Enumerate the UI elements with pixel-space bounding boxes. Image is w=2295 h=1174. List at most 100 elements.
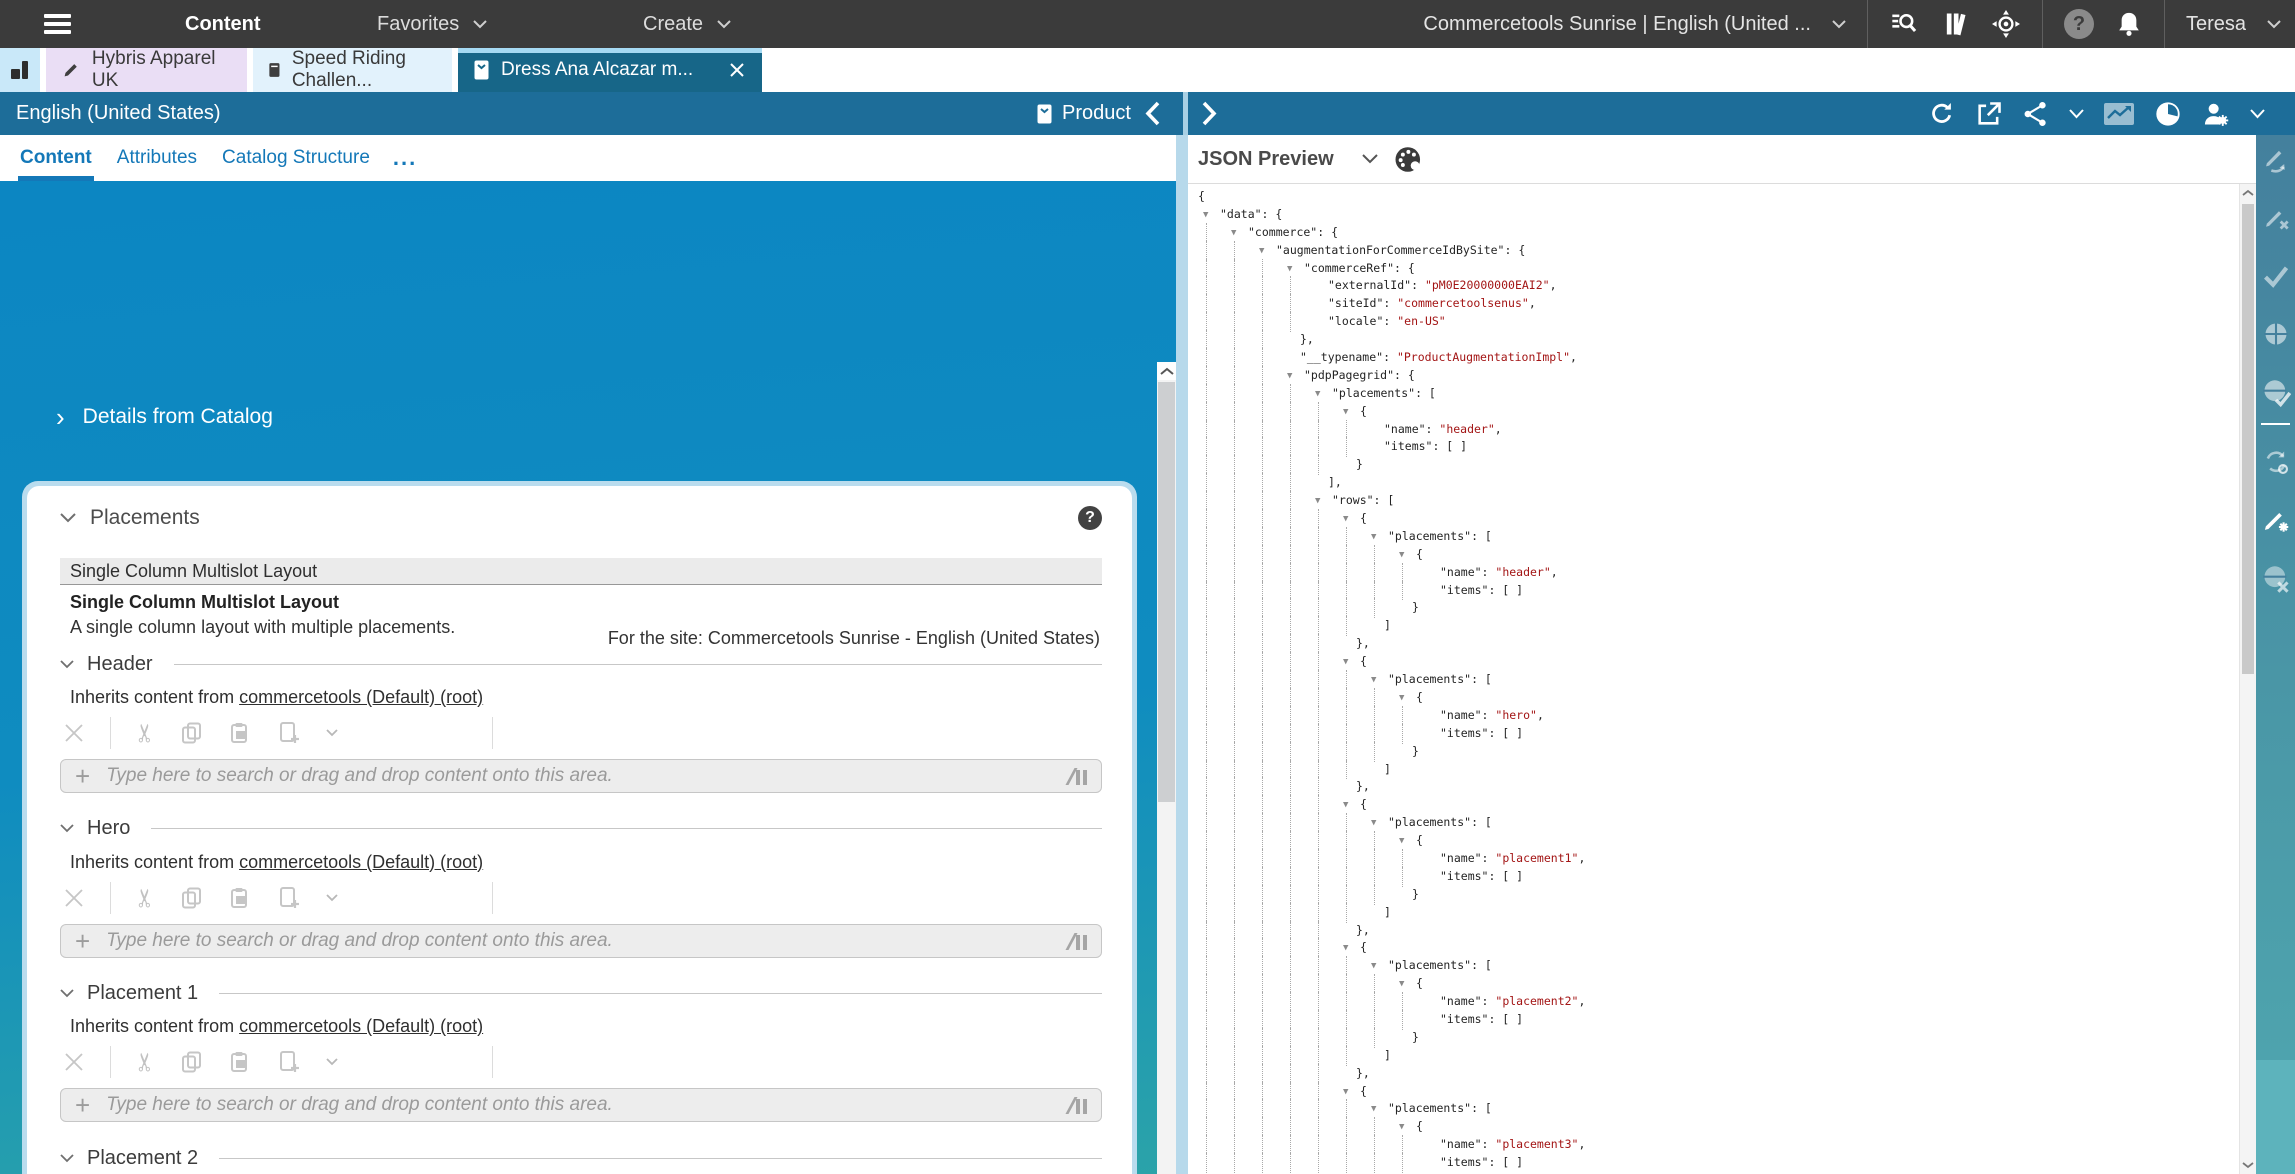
cut-icon[interactable]: ✂ <box>135 887 155 908</box>
remove-icon[interactable] <box>62 1050 86 1074</box>
collapse-triangle-icon[interactable]: ▼ <box>1371 532 1388 542</box>
collapse-triangle-icon[interactable]: ▼ <box>1343 407 1360 417</box>
paste-icon[interactable] <box>228 1050 252 1074</box>
content-drop-area[interactable]: + Type here to search or drag and drop c… <box>60 1088 1102 1122</box>
palette-icon[interactable] <box>1394 146 1424 173</box>
scroll-up-arrow[interactable] <box>1157 362 1176 380</box>
discard-edit-icon[interactable] <box>2262 204 2290 232</box>
json-scrollbar[interactable] <box>2239 184 2256 1174</box>
tab-dress-ana-alcazar-active[interactable]: Dress Ana Alcazar m... <box>458 48 762 92</box>
collapse-triangle-icon[interactable]: ▼ <box>1259 246 1276 256</box>
publish-globe-icon[interactable] <box>2262 320 2290 348</box>
edit-new-version-icon[interactable] <box>2262 506 2290 534</box>
chevron-down-icon[interactable] <box>60 513 76 523</box>
inherits-link[interactable]: commercetools (Default) (root) <box>239 1016 483 1036</box>
collapse-triangle-icon[interactable]: ▼ <box>1399 693 1416 703</box>
nav-content[interactable]: Content <box>185 0 261 48</box>
paste-special-icon[interactable] <box>276 885 302 911</box>
chevron-down-icon[interactable] <box>60 1154 74 1163</box>
collapse-triangle-icon[interactable]: ▼ <box>1315 496 1332 506</box>
copy-icon[interactable] <box>180 886 204 910</box>
scroll-up-arrow[interactable] <box>2240 184 2256 202</box>
help-icon[interactable]: ? <box>2064 9 2094 39</box>
paste-icon[interactable] <box>228 721 252 745</box>
paste-special-icon[interactable] <box>276 1049 302 1075</box>
collapse-triangle-icon[interactable]: ▼ <box>1343 943 1360 953</box>
media-preview-icon[interactable] <box>2103 101 2135 127</box>
chevron-down-icon[interactable] <box>326 729 338 737</box>
hamburger-menu-icon[interactable] <box>44 14 71 34</box>
search-icon[interactable] <box>1889 10 1919 38</box>
nav-create[interactable]: Create <box>643 0 731 48</box>
collapse-triangle-icon[interactable]: ▼ <box>1371 818 1388 828</box>
scrollbar-thumb[interactable] <box>1158 382 1175 802</box>
collapse-triangle-icon[interactable]: ▼ <box>1399 550 1416 560</box>
collapse-triangle-icon[interactable]: ▼ <box>1343 514 1360 524</box>
collapse-triangle-icon[interactable]: ▼ <box>1371 961 1388 971</box>
collapse-triangle-icon[interactable]: ▼ <box>1203 210 1220 220</box>
collapse-left-panel-icon[interactable] <box>1144 101 1161 126</box>
collapse-triangle-icon[interactable]: ▼ <box>1287 264 1304 274</box>
tab-catalog-structure[interactable]: Catalog Structure <box>220 135 372 181</box>
component-library-icon[interactable] <box>1070 932 1087 950</box>
copy-icon[interactable] <box>180 1050 204 1074</box>
chevron-down-icon[interactable] <box>60 989 74 998</box>
tab-dashboard[interactable] <box>0 48 40 92</box>
copy-icon[interactable] <box>180 721 204 745</box>
left-panel-scrollbar[interactable] <box>1157 362 1176 1174</box>
remove-icon[interactable] <box>62 886 86 910</box>
paste-icon[interactable] <box>228 886 252 910</box>
chevron-down-icon[interactable] <box>2250 109 2265 119</box>
expand-right-panel-icon[interactable] <box>1201 101 1218 126</box>
chevron-down-icon[interactable] <box>2267 20 2281 29</box>
user-settings-icon[interactable] <box>2201 100 2231 128</box>
refresh-icon[interactable] <box>1928 100 1956 128</box>
collapse-triangle-icon[interactable]: ▼ <box>1399 836 1416 846</box>
sync-status-icon[interactable] <box>2262 448 2290 476</box>
approve-check-icon[interactable] <box>2261 262 2291 290</box>
unpublish-globe-icon[interactable] <box>2261 564 2291 594</box>
collapse-triangle-icon[interactable]: ▼ <box>1371 1104 1388 1114</box>
chevron-down-icon[interactable] <box>326 1058 338 1066</box>
close-tab-icon[interactable] <box>728 61 746 79</box>
content-drop-area[interactable]: + Type here to search or drag and drop c… <box>60 924 1102 958</box>
open-in-new-icon[interactable] <box>1975 100 2003 128</box>
more-tabs-icon[interactable]: ... <box>393 145 417 171</box>
collapse-triangle-icon[interactable]: ▼ <box>1343 800 1360 810</box>
paste-special-icon[interactable] <box>276 720 302 746</box>
target-locator-icon[interactable] <box>1991 10 2021 38</box>
component-library-icon[interactable] <box>1070 767 1087 785</box>
notifications-bell-icon[interactable] <box>2115 9 2143 39</box>
tab-content[interactable]: Content <box>18 135 94 181</box>
nav-favorites[interactable]: Favorites <box>377 0 487 48</box>
user-menu[interactable]: Teresa <box>2186 13 2246 36</box>
chevron-down-icon[interactable] <box>1362 154 1378 164</box>
library-icon[interactable] <box>1940 10 1970 38</box>
site-language-selector[interactable]: Commercetools Sunrise | English (United … <box>1423 13 1811 36</box>
component-library-icon[interactable] <box>1070 1096 1087 1114</box>
collapse-triangle-icon[interactable]: ▼ <box>1399 979 1416 989</box>
chevron-down-icon[interactable] <box>60 824 74 833</box>
cut-icon[interactable]: ✂ <box>135 723 155 744</box>
tab-hybris-apparel[interactable]: Hybris Apparel UK <box>46 48 247 92</box>
collapse-triangle-icon[interactable]: ▼ <box>1399 1122 1416 1132</box>
share-icon[interactable] <box>2022 100 2050 128</box>
chevron-down-icon[interactable] <box>1832 20 1846 29</box>
chevron-down-icon[interactable] <box>60 660 74 669</box>
content-drop-area[interactable]: + Type here to search or drag and drop c… <box>60 759 1102 793</box>
collapse-triangle-icon[interactable]: ▼ <box>1371 675 1388 685</box>
collapse-triangle-icon[interactable]: ▼ <box>1287 371 1304 381</box>
chevron-down-icon[interactable] <box>326 894 338 902</box>
time-clock-icon[interactable] <box>2154 100 2182 128</box>
inherits-link[interactable]: commercetools (Default) (root) <box>239 687 483 707</box>
tab-speed-riding[interactable]: Speed Riding Challen... <box>253 48 452 92</box>
collapse-triangle-icon[interactable]: ▼ <box>1343 1087 1360 1097</box>
collapse-triangle-icon[interactable]: ▼ <box>1315 389 1332 399</box>
details-from-catalog-toggle[interactable]: › Details from Catalog <box>56 405 273 429</box>
published-check-globe-icon[interactable] <box>2261 378 2291 408</box>
chevron-down-icon[interactable] <box>2069 109 2084 119</box>
edit-draft-icon[interactable] <box>2262 146 2290 174</box>
collapse-triangle-icon[interactable]: ▼ <box>1343 657 1360 667</box>
scroll-down-arrow[interactable] <box>2240 1156 2256 1174</box>
inherits-link[interactable]: commercetools (Default) (root) <box>239 852 483 872</box>
